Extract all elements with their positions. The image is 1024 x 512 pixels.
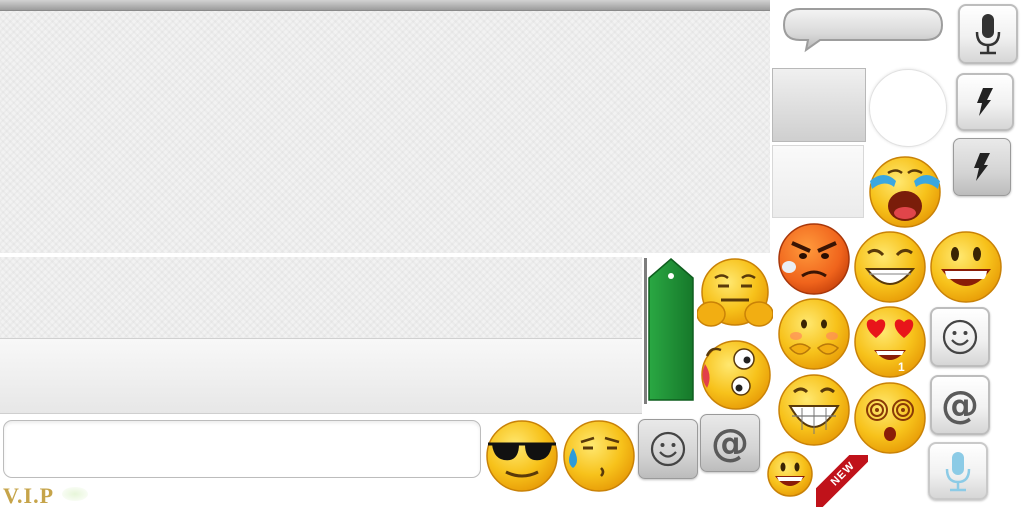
small-smile-emoji[interactable] [766,450,814,498]
voice-button[interactable] [928,442,988,500]
tongue-dizzy-emoji[interactable] [697,336,773,412]
mic-button[interactable] [958,4,1018,64]
flash-button[interactable] [956,73,1014,131]
new-badge: NEW [816,455,868,507]
mention-button-pressed[interactable]: @ [700,414,760,472]
chat-top-bar [0,0,770,11]
vip-label: V.I.P [3,483,55,508]
emoji-button-pressed[interactable] [638,419,698,479]
lightning-icon [970,151,994,183]
crying-emoji[interactable] [866,151,944,229]
smiley-icon [941,318,979,356]
record-circle-button[interactable] [869,69,947,147]
big-smile-emoji[interactable] [928,229,1004,305]
heart-eyes-emoji[interactable]: 1 [852,304,928,380]
grinning-squint-emoji[interactable] [852,229,928,305]
chat-toolbar-panel [0,338,642,414]
at-icon: @ [941,383,979,427]
vip-glow [62,487,88,501]
angry-emoji[interactable] [776,221,852,297]
green-tag-icon [647,258,695,402]
sweat-smirk-emoji[interactable] [561,418,637,494]
microphone-icon [944,450,972,492]
message-input[interactable] [3,420,481,478]
speech-bubble-button[interactable] [780,6,945,54]
flash-button-pressed[interactable] [953,138,1011,196]
chat-message-area[interactable] [0,11,770,253]
emoji-count-badge: 1 [898,360,905,374]
shy-blush-emoji[interactable] [776,296,852,372]
microphone-icon [973,12,1003,56]
teeth-grin-emoji[interactable] [776,372,852,448]
spiral-eyes-emoji[interactable] [852,380,928,456]
image-placeholder-light [772,145,864,218]
chat-secondary-area [0,256,642,338]
mention-button[interactable]: @ [930,375,990,435]
smiley-icon [649,430,687,468]
new-badge-label: NEW [816,455,868,507]
lightning-icon [973,86,997,118]
cool-sunglasses-emoji[interactable] [484,418,560,494]
emoji-button[interactable] [930,307,990,367]
at-icon: @ [711,421,749,465]
hugging-grin-emoji[interactable] [697,256,773,332]
image-placeholder-dark [772,68,866,142]
